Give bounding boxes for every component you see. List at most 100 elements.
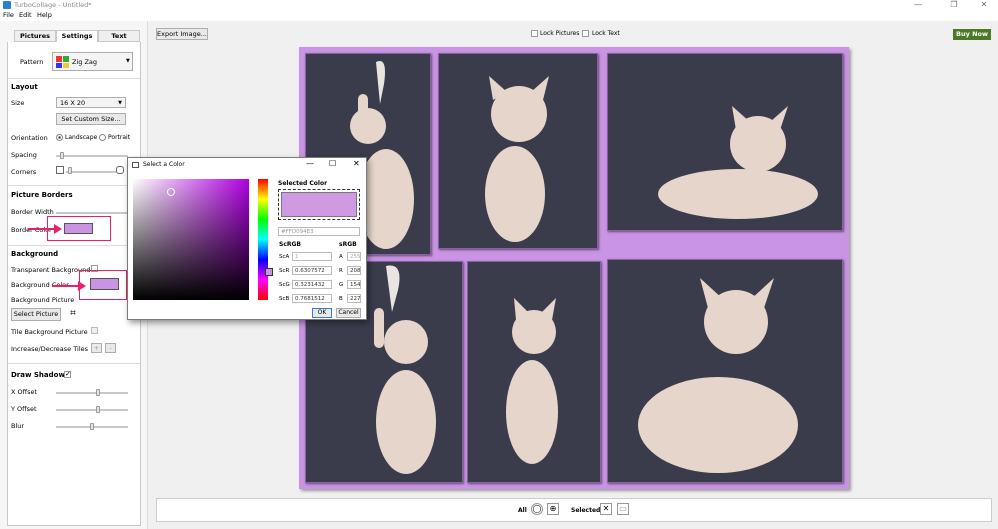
corners-slider[interactable] bbox=[66, 171, 116, 173]
layout-header: Layout bbox=[11, 83, 38, 91]
kitten-photo bbox=[658, 106, 818, 219]
border-width-label: Border Width bbox=[11, 208, 54, 216]
sca-label: ScA bbox=[279, 254, 290, 260]
collage-photo-2[interactable] bbox=[438, 53, 598, 249]
background-color-swatch[interactable] bbox=[90, 278, 119, 290]
select-picture-button[interactable]: Select Picture bbox=[11, 308, 61, 321]
menu-edit[interactable]: Edit bbox=[19, 11, 32, 19]
arrow-right-icon bbox=[28, 224, 62, 234]
image-selected-icon[interactable]: ▭ bbox=[617, 503, 629, 515]
r-field[interactable]: 208 bbox=[347, 266, 361, 275]
landscape-radio[interactable] bbox=[56, 134, 63, 141]
orientation-label: Orientation bbox=[11, 134, 48, 142]
tab-text[interactable]: Text bbox=[98, 30, 140, 42]
sca-field[interactable]: 1 bbox=[292, 252, 332, 261]
tab-pictures[interactable]: Pictures bbox=[14, 30, 56, 42]
y-offset-slider[interactable] bbox=[56, 409, 128, 411]
collage-canvas[interactable] bbox=[299, 47, 849, 489]
lock-pictures-label: Lock Pictures bbox=[540, 30, 580, 37]
chevron-down-icon: ▼ bbox=[126, 58, 130, 64]
app-icon bbox=[3, 1, 11, 9]
pattern-value: Zig Zag bbox=[72, 58, 98, 66]
dialog-minimize-button[interactable]: — bbox=[306, 159, 314, 168]
size-dropdown[interactable]: 16 X 20 ▼ bbox=[56, 97, 126, 108]
hue-slider[interactable] bbox=[258, 179, 268, 300]
export-image-button[interactable]: Export Image... bbox=[156, 28, 208, 40]
tile-background-label: Tile Background Picture bbox=[11, 328, 88, 336]
buy-now-button[interactable]: Buy Now bbox=[953, 29, 991, 40]
round-corner-icon bbox=[116, 166, 124, 174]
scb-label: ScB bbox=[279, 296, 290, 302]
kitten-photo bbox=[638, 278, 798, 473]
lock-text-checkbox[interactable] bbox=[582, 30, 589, 37]
x-offset-label: X Offset bbox=[11, 388, 38, 396]
select-all-icon[interactable]: ◯ bbox=[531, 503, 543, 515]
hue-slider-thumb[interactable] bbox=[265, 268, 273, 276]
color-gradient-picker[interactable] bbox=[133, 179, 249, 300]
corners-label: Corners bbox=[11, 168, 37, 176]
scr-label: ScR bbox=[279, 268, 290, 274]
dialog-close-button[interactable]: ✕ bbox=[353, 159, 360, 168]
blur-label: Blur bbox=[11, 422, 25, 430]
g-field[interactable]: 154 bbox=[347, 280, 361, 289]
close-window-button[interactable]: ✕ bbox=[970, 0, 998, 10]
selected-color-preview bbox=[278, 189, 360, 220]
increase-tiles-button[interactable]: + bbox=[91, 343, 102, 353]
landscape-label: Landscape bbox=[65, 134, 98, 141]
border-color-swatch[interactable] bbox=[64, 223, 93, 234]
g-label: G bbox=[339, 282, 344, 288]
scb-field[interactable]: 0.7681512 bbox=[292, 294, 332, 303]
minimize-button[interactable]: — bbox=[904, 0, 932, 10]
corners-slider-thumb[interactable] bbox=[68, 167, 72, 174]
pattern-dropdown[interactable]: Zig Zag ▼ bbox=[52, 52, 133, 71]
scr-field[interactable]: 0.6307572 bbox=[292, 266, 332, 275]
color-picker-cursor[interactable] bbox=[167, 188, 175, 196]
y-offset-slider-thumb[interactable] bbox=[96, 406, 100, 413]
hex-color-field[interactable]: #FFD094E3 bbox=[278, 227, 360, 236]
size-label: Size bbox=[11, 99, 25, 107]
tile-background-checkbox[interactable] bbox=[91, 327, 98, 334]
menu-file[interactable]: File bbox=[3, 11, 14, 19]
scrgb-header: ScRGB bbox=[279, 241, 301, 248]
zig-zag-pattern-icon bbox=[56, 56, 69, 68]
kitten-photo bbox=[485, 76, 549, 242]
chevron-down-icon: ▼ bbox=[118, 100, 122, 106]
spacing-label: Spacing bbox=[11, 151, 37, 159]
y-offset-label: Y Offset bbox=[11, 405, 37, 413]
lock-text-label: Lock Text bbox=[592, 30, 620, 37]
crop-icon[interactable]: ⌗ bbox=[66, 308, 80, 321]
spacing-slider[interactable] bbox=[56, 155, 128, 157]
menu-help[interactable]: Help bbox=[37, 11, 52, 19]
all-label: All bbox=[518, 507, 527, 514]
window-title: TurboCollage - Untitled* bbox=[14, 1, 92, 9]
ok-button[interactable]: OK bbox=[312, 308, 332, 318]
a-field[interactable]: 255 bbox=[347, 252, 361, 261]
square-corner-icon bbox=[56, 166, 64, 174]
add-all-icon[interactable]: ⊕ bbox=[547, 503, 559, 515]
border-width-slider[interactable] bbox=[56, 212, 128, 214]
maximize-button[interactable]: ❐ bbox=[940, 0, 968, 10]
scg-label: ScG bbox=[279, 282, 290, 288]
x-offset-slider-thumb[interactable] bbox=[96, 389, 100, 396]
draw-shadows-checkbox[interactable]: ✓ bbox=[64, 371, 71, 378]
remove-selected-icon[interactable]: ✕ bbox=[600, 503, 612, 515]
collage-photo-6[interactable] bbox=[607, 259, 843, 483]
picture-borders-header: Picture Borders bbox=[11, 191, 73, 199]
scg-field[interactable]: 0.3231432 bbox=[292, 280, 332, 289]
lock-pictures-checkbox[interactable] bbox=[531, 30, 538, 37]
blur-slider-thumb[interactable] bbox=[90, 423, 94, 430]
spacing-slider-thumb[interactable] bbox=[60, 152, 64, 159]
portrait-radio[interactable] bbox=[99, 134, 106, 141]
dialog-icon bbox=[132, 162, 139, 168]
draw-shadows-header: Draw Shadows bbox=[11, 371, 70, 379]
cancel-button[interactable]: Cancel bbox=[336, 308, 361, 318]
b-field[interactable]: 227 bbox=[347, 294, 361, 303]
dialog-maximize-button[interactable]: ☐ bbox=[329, 159, 336, 168]
decrease-tiles-button[interactable]: - bbox=[105, 343, 116, 353]
collage-photo-5[interactable] bbox=[467, 261, 601, 483]
a-label: A bbox=[339, 254, 343, 260]
menu-bar: File Edit Help bbox=[0, 10, 998, 21]
set-custom-size-button[interactable]: Set Custom Size... bbox=[56, 113, 126, 125]
x-offset-slider[interactable] bbox=[56, 392, 128, 394]
collage-photo-3[interactable] bbox=[607, 53, 843, 231]
